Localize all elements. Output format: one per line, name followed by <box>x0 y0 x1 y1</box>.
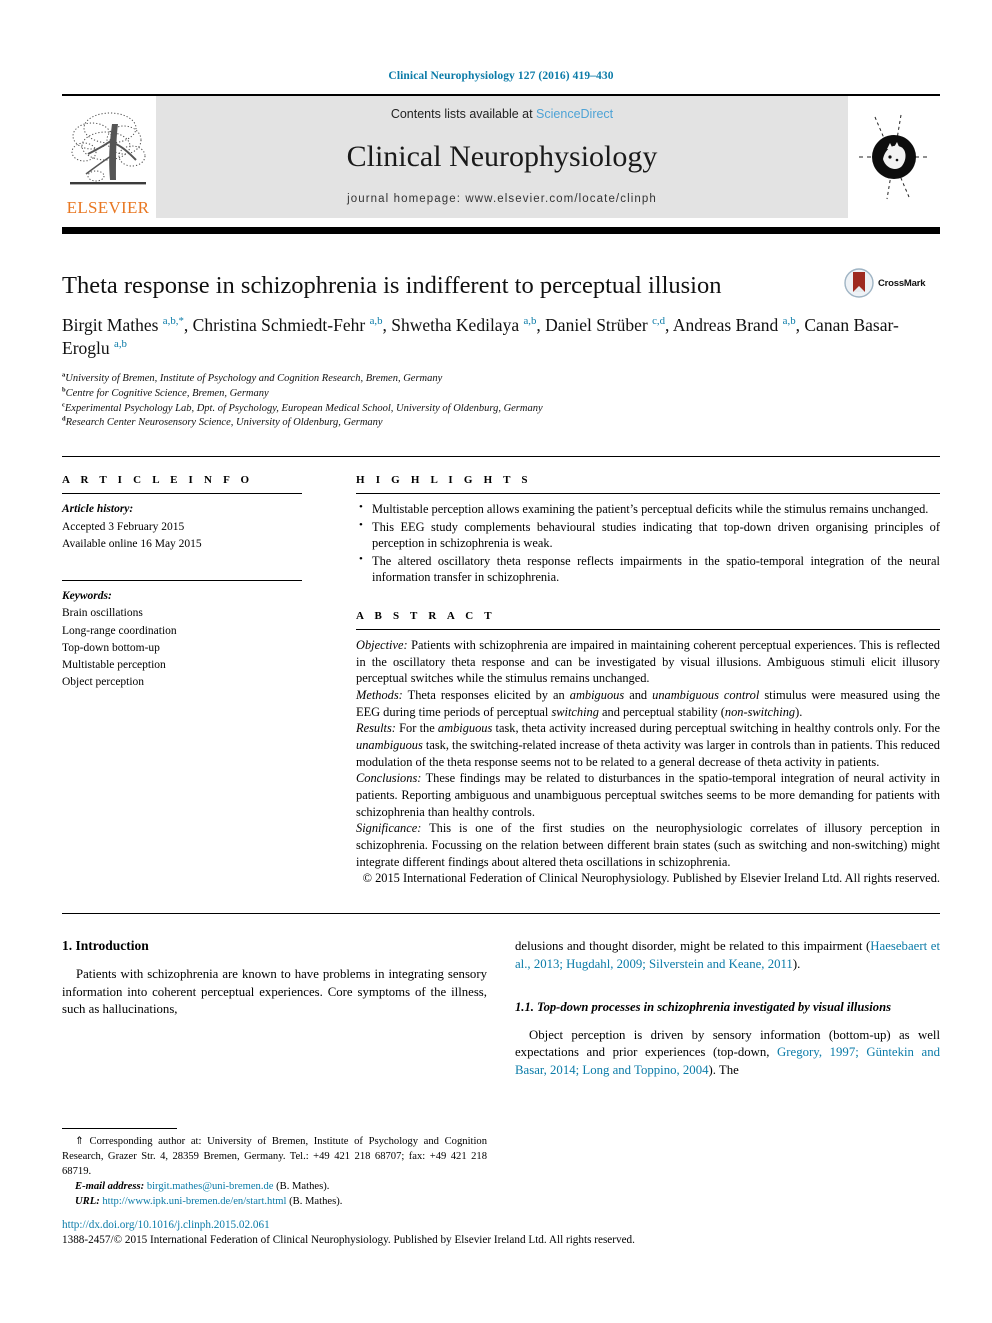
abstract-results: Results: For the ambiguous task, theta a… <box>356 720 940 770</box>
page-footer: http://dx.doi.org/10.1016/j.clinph.2015.… <box>62 1218 940 1248</box>
elsevier-tree-icon <box>70 112 146 185</box>
abstract-results-text: For the ambiguous task, theta activity i… <box>356 721 940 769</box>
highlight-item: This EEG study complements behavioural s… <box>359 518 940 552</box>
keyword-item: Object perception <box>62 676 145 689</box>
issn-copyright-line: 1388-2457/© 2015 International Federatio… <box>62 1234 635 1247</box>
highlights-rule <box>356 493 940 495</box>
doi-link[interactable]: http://dx.doi.org/10.1016/j.clinph.2015.… <box>62 1218 940 1233</box>
url-suffix: (B. Mathes). <box>289 1196 343 1208</box>
abstract-section: A B S T R A C T Objective: Patients with… <box>356 610 940 887</box>
contents-list-line: Contents lists available at ScienceDirec… <box>391 107 613 121</box>
abstract-conclusions-label: Conclusions: <box>356 771 422 786</box>
highlights-abstract-column: H I G H L I G H T S Multistable percepti… <box>328 474 940 887</box>
journal-masthead: ELSEVIER Contents lists available at Sci… <box>62 96 940 218</box>
abstract-methods: Methods: Theta responses elicited by an … <box>356 687 940 720</box>
crossmark-label: CrossMark <box>878 277 926 289</box>
email-label: E-mail address: <box>75 1181 145 1193</box>
keyword-item: Long-range coordination <box>62 624 177 637</box>
running-head[interactable]: Clinical Neurophysiology 127 (2016) 419–… <box>62 0 940 82</box>
affiliation-d: dResearch Center Neurosensory Science, U… <box>62 416 940 431</box>
corresponding-author-line: ⇑ Corresponding author at: University of… <box>62 1136 487 1178</box>
affiliation-text-d: Research Center Neurosensory Science, Un… <box>65 417 383 429</box>
footnote-rule <box>62 1128 177 1129</box>
body-columns: 1. Introduction Patients with schizophre… <box>62 938 940 1080</box>
article-history-label: Article history: <box>62 503 134 516</box>
email-suffix: (B. Mathes). <box>276 1181 330 1193</box>
page-title: Theta response in schizophrenia is indif… <box>62 272 722 299</box>
elsevier-logo[interactable]: ELSEVIER <box>62 96 154 218</box>
article-history-online: Available online 16 May 2015 <box>62 537 202 550</box>
intro-paragraph-continuation: delusions and thought disorder, might be… <box>515 938 940 971</box>
url-label: URL: <box>75 1196 100 1208</box>
info-highlights-abstract-band: A R T I C L E I N F O Article history: A… <box>62 474 940 887</box>
highlight-item: The altered oscillatory theta response r… <box>359 552 940 586</box>
abstract-objective: Objective: Patients with schizophrenia a… <box>356 637 940 687</box>
affiliation-b: bCentre for Cognitive Science, Bremen, G… <box>62 386 940 402</box>
abstract-significance-label: Significance: <box>356 821 422 836</box>
journal-cover-thumbnail[interactable] <box>848 96 940 218</box>
section-heading-introduction: 1. Introduction <box>62 937 149 953</box>
abstract-methods-text: Theta responses elicited by an ambiguous… <box>356 687 941 719</box>
paper-page: Clinical Neurophysiology 127 (2016) 419–… <box>0 0 992 1323</box>
article-history-accepted: Accepted 3 February 2015 <box>62 520 185 533</box>
abstract-objective-label: Objective: <box>356 637 408 652</box>
crossmark-badge[interactable]: CrossMark <box>844 268 940 298</box>
article-info-heading: A R T I C L E I N F O <box>62 474 254 487</box>
subsection-paragraph: Object perception is driven by sensory i… <box>515 1027 940 1077</box>
journal-homepage-link[interactable]: journal homepage: www.elsevier.com/locat… <box>347 193 657 205</box>
masthead-center: Contents lists available at ScienceDirec… <box>156 96 848 218</box>
affiliation-text-b: Centre for Cognitive Science, Bremen, Ge… <box>65 387 269 399</box>
body-top-rule <box>62 912 940 914</box>
highlights-heading: H I G H L I G H T S <box>356 474 532 487</box>
info-band-top-rule <box>62 456 940 458</box>
journal-cover-icon <box>859 114 929 200</box>
abstract-objective-text: Patients with schizophrenia are impaired… <box>356 637 940 686</box>
elsevier-wordmark: ELSEVIER <box>66 198 150 217</box>
article-info-rule <box>62 493 302 495</box>
abstract-conclusions: Conclusions: These findings may be relat… <box>356 770 940 820</box>
intro-paragraph: Patients with schizophrenia are known to… <box>62 966 487 1017</box>
author-list: Birgit Mathes a,b,*, Christina Schmiedt-… <box>62 315 899 359</box>
abstract-significance: Significance: This is one of the first s… <box>356 820 940 870</box>
abstract-rule <box>356 628 940 630</box>
url-line: URL: http://www.ipk.uni-bremen.de/en/sta… <box>62 1194 487 1209</box>
keywords-rule <box>62 580 302 582</box>
email-line: E-mail address: birgit.mathes@uni-bremen… <box>62 1179 487 1194</box>
highlights-list: Multistable perception allows examining … <box>356 500 940 586</box>
keywords-label: Keywords: <box>62 590 112 603</box>
keyword-item: Multistable perception <box>62 659 166 672</box>
affiliation-a: aUniversity of Bremen, Institute of Psyc… <box>62 371 940 387</box>
abstract-significance-text: This is one of the first studies on the … <box>356 821 941 869</box>
affiliation-text-c: Experimental Psychology Lab, Dpt. of Psy… <box>64 402 543 414</box>
keyword-item: Top-down bottom-up <box>62 641 160 654</box>
highlight-item: Multistable perception allows examining … <box>359 500 940 518</box>
subsection-heading-1-1: 1.1. Top-down processes in schizophrenia… <box>515 1000 891 1015</box>
homepage-url-link[interactable]: http://www.ipk.uni-bremen.de/en/start.ht… <box>102 1196 286 1207</box>
abstract-methods-label: Methods: <box>356 687 403 702</box>
contents-prefix: Contents lists available at <box>390 107 537 121</box>
corresponding-author-footnote: ⇑ Corresponding author at: University of… <box>62 1128 487 1209</box>
affiliation-text-a: University of Bremen, Institute of Psych… <box>65 372 443 384</box>
body-column-left: 1. Introduction Patients with schizophre… <box>62 938 487 1080</box>
title-block: CrossMark Theta response in schizophreni… <box>62 268 940 432</box>
journal-title: Clinical Neurophysiology <box>346 140 658 173</box>
article-info-gap <box>62 553 302 573</box>
masthead-black-bar <box>62 227 940 234</box>
sciencedirect-link[interactable]: ScienceDirect <box>536 107 613 121</box>
affiliation-list: aUniversity of Bremen, Institute of Psyc… <box>62 371 940 432</box>
abstract-copyright: © 2015 International Federation of Clini… <box>362 871 940 886</box>
abstract-results-label: Results: <box>356 721 396 736</box>
article-info-column: A R T I C L E I N F O Article history: A… <box>62 474 328 887</box>
keyword-item: Brain oscillations <box>62 607 143 620</box>
abstract-heading: A B S T R A C T <box>356 609 496 622</box>
body-column-right: delusions and thought disorder, might be… <box>515 938 940 1080</box>
page-inner: Clinical Neurophysiology 127 (2016) 419–… <box>62 0 940 1080</box>
affiliation-c: cExperimental Psychology Lab, Dpt. of Ps… <box>62 401 940 417</box>
crossmark-icon <box>844 268 874 298</box>
abstract-conclusions-text: These findings may be related to disturb… <box>356 771 941 819</box>
email-link[interactable]: birgit.mathes@uni-bremen.de <box>147 1181 274 1192</box>
